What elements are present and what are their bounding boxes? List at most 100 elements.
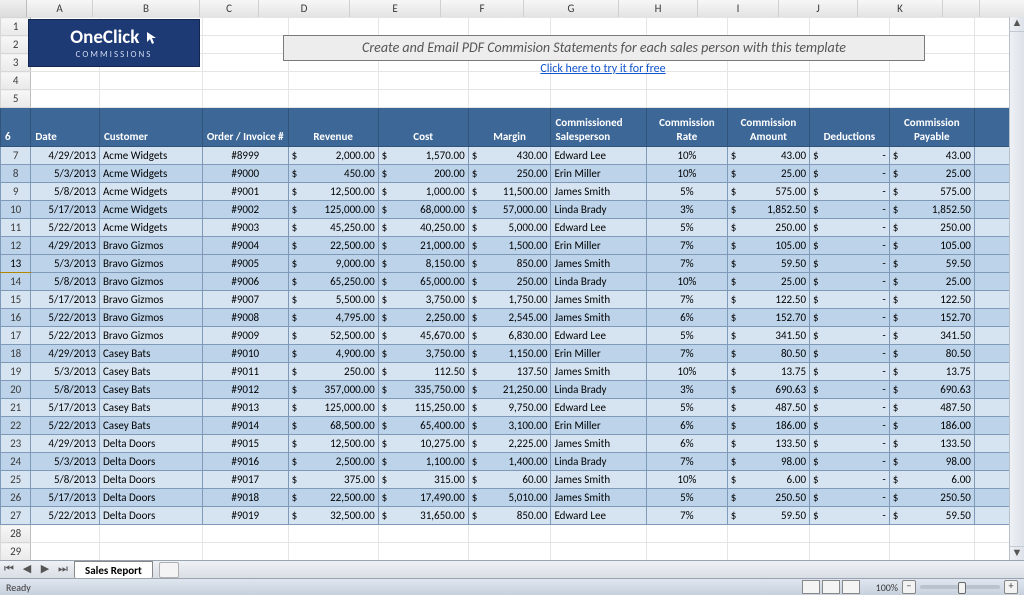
- col-header[interactable]: K: [858, 0, 943, 17]
- cell[interactable]: [378, 525, 468, 543]
- cell-payable[interactable]: $487.50: [889, 399, 974, 417]
- row-header[interactable]: 15: [1, 291, 31, 309]
- cell[interactable]: [99, 525, 202, 543]
- vertical-scrollbar[interactable]: ▲ ▼: [1009, 17, 1024, 561]
- cell-date[interactable]: 4/29/2013: [31, 147, 100, 165]
- cell-salesperson[interactable]: James Smith: [551, 309, 647, 327]
- cell[interactable]: [551, 543, 647, 561]
- row-header[interactable]: 4: [1, 72, 31, 90]
- cell-date[interactable]: 5/22/2013: [31, 417, 100, 435]
- cell-date[interactable]: 5/17/2013: [31, 489, 100, 507]
- cell-cost[interactable]: $1,000.00: [378, 183, 468, 201]
- cell-margin[interactable]: $250.00: [468, 165, 551, 183]
- cell-salesperson[interactable]: James Smith: [551, 183, 647, 201]
- table-header-cell[interactable]: Order / Invoice #: [202, 108, 288, 147]
- cell-salesperson[interactable]: Edward Lee: [551, 399, 647, 417]
- cell-deductions[interactable]: $-: [810, 489, 890, 507]
- cell-amount[interactable]: $105.00: [727, 237, 809, 255]
- cell-margin[interactable]: $250.00: [468, 273, 551, 291]
- cell[interactable]: [202, 36, 288, 54]
- cell-order[interactable]: #9001: [202, 183, 288, 201]
- cell-payable[interactable]: $152.70: [889, 309, 974, 327]
- row-header[interactable]: 25: [1, 471, 31, 489]
- row-header[interactable]: 11: [1, 219, 31, 237]
- cell-revenue[interactable]: $4,900.00: [288, 345, 378, 363]
- cell-cost[interactable]: $45,670.00: [378, 327, 468, 345]
- cell-customer[interactable]: Casey Bats: [99, 417, 202, 435]
- row-header[interactable]: 26: [1, 489, 31, 507]
- cell-order[interactable]: #9016: [202, 453, 288, 471]
- cell[interactable]: [974, 219, 1009, 237]
- cell-date[interactable]: 4/29/2013: [31, 345, 100, 363]
- cell-payable[interactable]: $98.00: [889, 453, 974, 471]
- cell-cost[interactable]: $3,750.00: [378, 291, 468, 309]
- cell-grid[interactable]: 123456DateCustomerOrder / Invoice #Reven…: [0, 17, 1010, 561]
- col-header[interactable]: [943, 0, 980, 17]
- cell-revenue[interactable]: $65,250.00: [288, 273, 378, 291]
- row-header[interactable]: 3: [1, 54, 31, 72]
- cell[interactable]: [468, 543, 551, 561]
- cell[interactable]: [974, 381, 1009, 399]
- row-header[interactable]: 5: [1, 90, 31, 108]
- cell[interactable]: [202, 72, 288, 90]
- row-header[interactable]: 29: [1, 543, 31, 561]
- cell-deductions[interactable]: $-: [810, 471, 890, 489]
- cell-rate[interactable]: 10%: [647, 273, 728, 291]
- cell-margin[interactable]: $850.00: [468, 507, 551, 525]
- cell-payable[interactable]: $6.00: [889, 471, 974, 489]
- cell-payable[interactable]: $575.00: [889, 183, 974, 201]
- scroll-up-icon[interactable]: ▲: [1010, 17, 1024, 32]
- cell-rate[interactable]: 10%: [647, 471, 728, 489]
- cell-order[interactable]: #9007: [202, 291, 288, 309]
- cell-rate[interactable]: 7%: [647, 237, 728, 255]
- cell-payable[interactable]: $1,852.50: [889, 201, 974, 219]
- sheet-tab[interactable]: Sales Report: [74, 561, 153, 579]
- cell-payable[interactable]: $25.00: [889, 165, 974, 183]
- cell[interactable]: [974, 165, 1009, 183]
- cell-date[interactable]: 5/22/2013: [31, 507, 100, 525]
- cell-rate[interactable]: 3%: [647, 381, 728, 399]
- cell-cost[interactable]: $315.00: [378, 471, 468, 489]
- cell-revenue[interactable]: $2,500.00: [288, 453, 378, 471]
- cell-margin[interactable]: $11,500.00: [468, 183, 551, 201]
- cell[interactable]: [974, 90, 1009, 108]
- table-header-cell[interactable]: Revenue: [288, 108, 378, 147]
- cell-margin[interactable]: $3,100.00: [468, 417, 551, 435]
- cell-date[interactable]: 4/29/2013: [31, 435, 100, 453]
- cell-amount[interactable]: $186.00: [727, 417, 809, 435]
- cell-customer[interactable]: Delta Doors: [99, 489, 202, 507]
- row-header[interactable]: 28: [1, 525, 31, 543]
- table-header-cell[interactable]: Margin: [468, 108, 551, 147]
- cell-margin[interactable]: $1,150.00: [468, 345, 551, 363]
- row-header[interactable]: 1: [1, 18, 31, 36]
- cell-amount[interactable]: $43.00: [727, 147, 809, 165]
- cell-payable[interactable]: $59.50: [889, 255, 974, 273]
- cell-margin[interactable]: $2,545.00: [468, 309, 551, 327]
- cell-date[interactable]: 5/22/2013: [31, 309, 100, 327]
- cell[interactable]: [974, 453, 1009, 471]
- cell-amount[interactable]: $690.63: [727, 381, 809, 399]
- new-sheet-button[interactable]: [159, 562, 179, 578]
- cell-rate[interactable]: 10%: [647, 165, 728, 183]
- cell-margin[interactable]: $137.50: [468, 363, 551, 381]
- cell-revenue[interactable]: $4,795.00: [288, 309, 378, 327]
- col-header[interactable]: D: [259, 0, 350, 17]
- cell[interactable]: [202, 54, 288, 72]
- cell-salesperson[interactable]: Edward Lee: [551, 219, 647, 237]
- cell-salesperson[interactable]: James Smith: [551, 291, 647, 309]
- table-header-cell[interactable]: [974, 108, 1009, 147]
- cell[interactable]: [202, 543, 288, 561]
- col-header[interactable]: E: [350, 0, 441, 17]
- row-header[interactable]: 23: [1, 435, 31, 453]
- cell[interactable]: [974, 183, 1009, 201]
- col-header[interactable]: I: [698, 0, 779, 17]
- cell-revenue[interactable]: $45,250.00: [288, 219, 378, 237]
- cell[interactable]: [727, 18, 809, 36]
- cell[interactable]: [99, 90, 202, 108]
- cell-customer[interactable]: Bravo Gizmos: [99, 327, 202, 345]
- cell[interactable]: [99, 543, 202, 561]
- cell-revenue[interactable]: $2,000.00: [288, 147, 378, 165]
- cell[interactable]: [974, 363, 1009, 381]
- cell-date[interactable]: 5/17/2013: [31, 291, 100, 309]
- cell[interactable]: [974, 147, 1009, 165]
